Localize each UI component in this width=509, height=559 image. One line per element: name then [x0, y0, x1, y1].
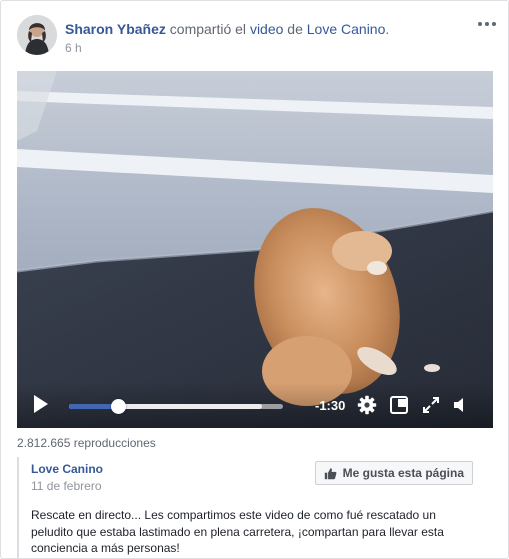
- shared-page-name[interactable]: Love Canino: [31, 462, 103, 476]
- post-description: Rescate en directo... Les compartimos es…: [31, 508, 444, 555]
- settings-gear-icon[interactable]: [357, 395, 377, 415]
- header-punctuation: .: [385, 21, 390, 37]
- post-header: Sharon Ybañez compartió el video de Love…: [65, 20, 389, 38]
- avatar-photo: [17, 15, 57, 55]
- video-frame: [17, 71, 493, 428]
- like-page-button[interactable]: Me gusta esta página: [314, 461, 473, 485]
- source-page-link[interactable]: Love Canino: [307, 21, 386, 37]
- progress-track[interactable]: [69, 399, 283, 414]
- shared-page-date[interactable]: 11 de febrero: [31, 479, 102, 493]
- shared-page-block: Love Canino 11 de febrero Me gusta esta …: [17, 457, 493, 558]
- video-player[interactable]: -1:30: [17, 71, 493, 428]
- author-link[interactable]: Sharon Ybañez: [65, 21, 166, 37]
- video-controls: -1:30: [17, 382, 493, 428]
- picture-in-picture-icon[interactable]: [389, 395, 409, 415]
- remaining-time: -1:30: [315, 398, 346, 413]
- like-page-label: Me gusta esta página: [342, 466, 464, 480]
- video-link[interactable]: video: [250, 21, 283, 37]
- volume-icon[interactable]: [451, 395, 471, 415]
- fullscreen-icon[interactable]: [421, 395, 441, 415]
- avatar[interactable]: [17, 15, 57, 55]
- connector-text: de: [287, 21, 303, 37]
- view-count: 2.812.665 reproducciones: [17, 436, 156, 450]
- thumbs-up-icon: [324, 467, 337, 479]
- play-icon[interactable]: [33, 394, 49, 414]
- more-options-icon[interactable]: [478, 19, 496, 29]
- post-card: Sharon Ybañez compartió el video de Love…: [0, 0, 509, 559]
- post-timestamp[interactable]: 6 h: [65, 41, 82, 55]
- progress-thumb[interactable]: [111, 399, 127, 414]
- action-text: compartió el: [169, 21, 247, 37]
